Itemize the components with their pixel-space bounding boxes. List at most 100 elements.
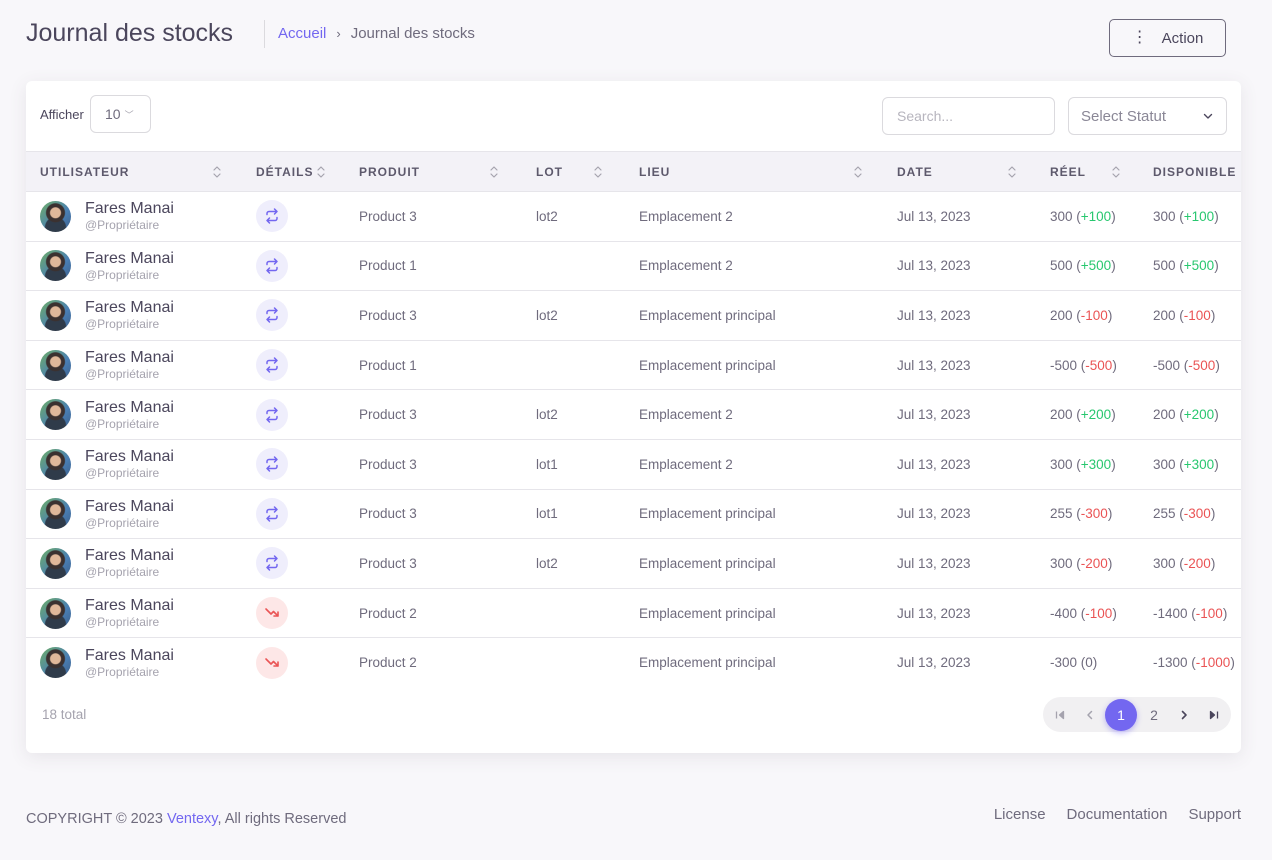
avatar xyxy=(40,647,71,679)
column-header-label: DÉTAILS xyxy=(256,164,314,179)
column-header[interactable]: RÉEL xyxy=(1036,152,1139,192)
column-header-label: PRODUIT xyxy=(359,164,420,179)
search-input[interactable] xyxy=(882,97,1055,135)
column-header-label: RÉEL xyxy=(1050,164,1087,179)
transfer-icon[interactable] xyxy=(256,497,288,530)
product-cell: Product 2 xyxy=(359,605,417,621)
details-cell xyxy=(242,638,345,688)
sort-icon xyxy=(490,166,498,178)
transfer-icon[interactable] xyxy=(256,547,288,580)
real-value: 200 xyxy=(1050,407,1073,423)
product-cell: Product 1 xyxy=(359,258,417,274)
available-delta: +500 xyxy=(1183,258,1215,274)
last-page-icon[interactable] xyxy=(1199,700,1229,730)
real-value: -500 xyxy=(1050,357,1078,373)
user-cell: Fares Manai @Propriétaire xyxy=(26,638,242,688)
details-cell xyxy=(242,390,345,440)
sort-icon xyxy=(594,166,602,178)
real-cell: 300 (+300) xyxy=(1050,456,1116,472)
breadcrumb-current: Journal des stocks xyxy=(350,25,475,42)
available-delta: -500 xyxy=(1188,357,1216,373)
location-cell: Emplacement 2 xyxy=(639,258,733,274)
user-cell: Fares Manai @Propriétaire xyxy=(26,489,242,539)
documentation-link[interactable]: Documentation xyxy=(1067,806,1168,823)
copyright-suffix: , All rights Reserved xyxy=(217,811,347,827)
column-header[interactable]: DATE xyxy=(883,152,1036,192)
details-cell xyxy=(242,539,345,589)
avatar xyxy=(40,299,71,331)
column-header[interactable]: DÉTAILS xyxy=(242,152,345,192)
first-page-icon[interactable] xyxy=(1045,700,1075,730)
transfer-icon[interactable] xyxy=(256,448,288,481)
table-row[interactable]: Fares Manai @Propriétaire Product 2 Emplace… xyxy=(26,588,1241,638)
available-delta: -1000 xyxy=(1195,655,1231,671)
real-delta: -100 xyxy=(1085,605,1113,621)
location-cell: Emplacement principal xyxy=(639,605,776,621)
real-value: 300 xyxy=(1050,456,1073,472)
lot-cell: lot1 xyxy=(536,456,558,472)
user-cell: Fares Manai @Propriétaire xyxy=(26,588,242,638)
product-cell: Product 3 xyxy=(359,407,417,423)
prev-page-icon[interactable] xyxy=(1075,700,1105,730)
lot-cell xyxy=(522,638,625,688)
avatar xyxy=(40,349,71,381)
column-header[interactable]: LOT xyxy=(522,152,625,192)
trend-down-icon[interactable] xyxy=(256,646,288,679)
product-cell: Product 3 xyxy=(359,456,417,472)
page-button-1[interactable]: 1 xyxy=(1105,698,1137,731)
column-header[interactable]: DISPONIBLE xyxy=(1139,152,1241,192)
table-row[interactable]: Fares Manai @Propriétaire Product 3 lot1 Emp… xyxy=(26,439,1241,490)
breadcrumb-home-link[interactable]: Accueil xyxy=(278,25,326,42)
table-row[interactable]: Fares Manai @Propriétaire Product 3 lot2 Emp… xyxy=(26,291,1241,341)
transfer-icon[interactable] xyxy=(256,349,288,382)
page-button-2[interactable]: 2 xyxy=(1139,700,1169,730)
available-cell: 200 (+200) xyxy=(1153,407,1219,423)
user-role: @Propriétaire xyxy=(85,267,160,282)
real-delta: 0 xyxy=(1085,655,1093,671)
table-row[interactable]: Fares Manai @Propriétaire Product 3 lot2 Emp… xyxy=(26,539,1241,589)
user-cell: Fares Manai @Propriétaire xyxy=(26,241,242,291)
column-header-label: LIEU xyxy=(639,164,671,179)
table-row[interactable]: Fares Manai @Propriétaire Product 1 Emplace… xyxy=(26,340,1241,390)
table-row[interactable]: Fares Manai @Propriétaire Product 3 lot2 Emp… xyxy=(26,192,1241,242)
column-header[interactable]: LIEU xyxy=(625,152,883,192)
date-cell: Jul 13, 2023 xyxy=(897,258,971,274)
available-value: -1400 xyxy=(1153,605,1188,621)
real-cell: -500 (-500) xyxy=(1050,357,1117,373)
table-row[interactable]: Fares Manai @Propriétaire Product 2 Emplace… xyxy=(26,638,1241,688)
column-header[interactable]: UTILISATEUR xyxy=(26,152,242,192)
breadcrumb: Accueil › Journal des stocks xyxy=(278,25,475,42)
table-row[interactable]: Fares Manai @Propriétaire Product 3 lot2 Emp… xyxy=(26,390,1241,440)
transfer-icon[interactable] xyxy=(256,299,288,332)
available-value: -1300 xyxy=(1153,655,1188,671)
trend-down-icon[interactable] xyxy=(256,597,288,630)
next-page-icon[interactable] xyxy=(1169,700,1199,730)
details-cell xyxy=(242,291,345,341)
location-cell: Emplacement principal xyxy=(639,555,776,571)
chevron-down-icon xyxy=(1203,113,1213,119)
column-header-label: DISPONIBLE xyxy=(1153,164,1237,179)
table-row[interactable]: Fares Manai @Propriétaire Product 1 Emplace… xyxy=(26,241,1241,291)
user-name: Fares Manai xyxy=(85,646,174,664)
details-cell xyxy=(242,241,345,291)
table-body: Fares Manai @Propriétaire Product 3 lot2 Emp… xyxy=(26,192,1241,688)
user-cell: Fares Manai @Propriétaire xyxy=(26,539,242,589)
real-cell: -400 (-100) xyxy=(1050,605,1117,621)
copyright: COPYRIGHT © 2023 Ventexy, All rights Res… xyxy=(26,811,346,827)
column-header-label: DATE xyxy=(897,164,933,179)
support-link[interactable]: Support xyxy=(1188,806,1241,823)
transfer-icon[interactable] xyxy=(256,249,288,282)
column-header[interactable]: PRODUIT xyxy=(345,152,522,192)
page-size-select[interactable]: 10 ﹀ xyxy=(90,95,151,133)
transfer-icon[interactable] xyxy=(256,200,288,233)
real-delta: +500 xyxy=(1080,258,1112,274)
license-link[interactable]: License xyxy=(994,806,1046,823)
stock-journal-card: Afficher 10 ﹀ Select Statut UTILISATEURD… xyxy=(26,81,1241,753)
avatar xyxy=(40,448,71,480)
copyright-prefix: COPYRIGHT © 2023 xyxy=(26,811,163,827)
status-select[interactable]: Select Statut xyxy=(1068,97,1227,135)
table-row[interactable]: Fares Manai @Propriétaire Product 3 lot1 Emp… xyxy=(26,489,1241,539)
transfer-icon[interactable] xyxy=(256,398,288,431)
brand-link[interactable]: Ventexy xyxy=(167,811,218,827)
action-button[interactable]: ⋮ Action xyxy=(1109,19,1226,57)
